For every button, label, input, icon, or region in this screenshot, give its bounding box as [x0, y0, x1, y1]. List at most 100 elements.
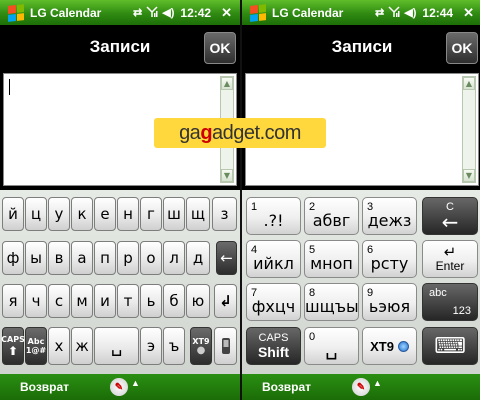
input-panel-icon[interactable]: ✎	[110, 378, 128, 396]
key-к[interactable]: к	[71, 197, 93, 231]
key-л[interactable]: л	[163, 241, 185, 275]
t9-key-letters: мноп	[310, 254, 353, 273]
t9-key-7[interactable]: 7 фхцч	[246, 283, 301, 321]
backspace-key[interactable]: C ←	[422, 197, 478, 235]
scroll-down-icon[interactable]: ▼	[463, 169, 475, 182]
key-э[interactable]: э	[140, 327, 162, 365]
status-icons: ⇄ ◀︎) 12:44	[375, 6, 453, 20]
scroll-up-icon[interactable]: ▲	[463, 77, 475, 90]
t9-key-4[interactable]: 4 ийкл	[246, 240, 301, 278]
enter-label: Enter	[435, 259, 465, 273]
key-х[interactable]: х	[48, 327, 70, 365]
volume-icon[interactable]: ◀︎)	[162, 6, 174, 19]
key-щ[interactable]: щ	[186, 197, 210, 231]
input-panel-icon[interactable]: ✎	[352, 378, 370, 396]
caps-shift-key[interactable]: CAPS Shift	[246, 327, 301, 365]
clock[interactable]: 12:44	[422, 6, 453, 20]
t9-key-6[interactable]: 6 рсту	[362, 240, 417, 278]
t9-key-8[interactable]: 8 шщъы	[304, 283, 359, 321]
key-б[interactable]: б	[163, 284, 185, 318]
key-я[interactable]: я	[2, 284, 24, 318]
key-с[interactable]: с	[48, 284, 70, 318]
connectivity-icon[interactable]: ⇄	[133, 6, 142, 19]
t9-key-letters: ьэюя	[368, 297, 411, 316]
watermark-prefix: ga	[179, 121, 201, 144]
key-ж[interactable]: ж	[71, 327, 93, 365]
key-ы[interactable]: ы	[25, 241, 47, 275]
connectivity-icon[interactable]: ⇄	[375, 6, 384, 19]
key-и[interactable]: и	[94, 284, 116, 318]
key-ь[interactable]: ь	[140, 284, 162, 318]
key-н[interactable]: н	[117, 197, 139, 231]
input-menu-arrow-icon[interactable]: ▲	[131, 378, 140, 388]
close-button[interactable]: ✕	[463, 5, 474, 21]
ok-button[interactable]: OK	[446, 32, 478, 64]
signal-icon[interactable]	[388, 5, 400, 20]
key-р[interactable]: р	[117, 241, 139, 275]
scroll-up-icon[interactable]: ▲	[221, 77, 233, 90]
t9-key-letters: .?!	[263, 211, 284, 230]
key-й[interactable]: й	[2, 197, 24, 231]
space-key[interactable]: ␣	[94, 327, 139, 365]
key-д[interactable]: д	[186, 241, 210, 275]
t9-key-5[interactable]: 5 мноп	[304, 240, 359, 278]
volume-icon[interactable]: ◀︎)	[404, 6, 416, 19]
xt9-key[interactable]: XT9 ●	[190, 327, 212, 365]
status-icons: ⇄ ◀︎) 12:42	[133, 6, 211, 20]
key-т[interactable]: т	[117, 284, 139, 318]
key-в[interactable]: в	[48, 241, 70, 275]
space-icon: ␣	[325, 336, 338, 360]
app-title: LG Calendar	[30, 5, 102, 20]
backspace-arrow-icon: ←	[441, 210, 459, 234]
start-menu-icon[interactable]	[8, 3, 24, 22]
ok-button[interactable]: OK	[204, 32, 236, 64]
t9-key-3[interactable]: 3 дежз	[362, 197, 417, 235]
close-button[interactable]: ✕	[221, 5, 232, 21]
key-о[interactable]: о	[140, 241, 162, 275]
key-ю[interactable]: ю	[186, 284, 210, 318]
caps-label: CAPS	[1, 334, 25, 344]
vertical-scrollbar[interactable]: ▲ ▼	[462, 76, 476, 183]
key-з[interactable]: з	[212, 197, 237, 231]
mode-switch-key[interactable]: abc 123	[422, 283, 478, 321]
mode-abc-label: abc	[429, 287, 447, 299]
key-г[interactable]: г	[140, 197, 162, 231]
key-е[interactable]: е	[94, 197, 116, 231]
watermark-suffix: adget.com	[212, 121, 301, 144]
symbols-key[interactable]: Abc 1@#	[25, 327, 47, 365]
caps-key[interactable]: CAPS ⬆	[1, 327, 25, 365]
enter-key[interactable]: ↵ Enter	[422, 240, 478, 278]
back-softkey[interactable]: Возврат	[262, 380, 311, 394]
key-ч[interactable]: ч	[25, 284, 47, 318]
title-bar: Записи OK	[242, 25, 480, 71]
keyboard-switch-key[interactable]	[214, 327, 237, 365]
watermark-accent: g	[200, 121, 213, 144]
softkey-bar: Возврат ✎ ▲	[0, 374, 240, 400]
key-м[interactable]: м	[71, 284, 93, 318]
key-ъ[interactable]: ъ	[163, 327, 185, 365]
key-п[interactable]: п	[94, 241, 116, 275]
enter-key[interactable]: ↲	[214, 284, 237, 318]
t9-key-2[interactable]: 2 абвг	[304, 197, 359, 235]
key-ш[interactable]: ш	[163, 197, 185, 231]
back-softkey[interactable]: Возврат	[20, 380, 69, 394]
key-ц[interactable]: ц	[25, 197, 47, 231]
backspace-key[interactable]: ←	[216, 241, 237, 275]
key-ф[interactable]: ф	[2, 241, 24, 275]
keyboard-layout-key[interactable]: ⌨	[422, 327, 478, 365]
t9-key-0[interactable]: 0 ␣	[304, 327, 359, 365]
key-у[interactable]: у	[48, 197, 70, 231]
caps-label: CAPS	[258, 332, 289, 344]
app-title: LG Calendar	[272, 5, 344, 20]
t9-key-1[interactable]: 1 .?!	[246, 197, 301, 235]
watermark-logo: ga g adget.com	[154, 118, 326, 148]
signal-icon[interactable]	[146, 5, 158, 20]
start-menu-icon[interactable]	[250, 3, 266, 22]
t9-key-9[interactable]: 9 ьэюя	[362, 283, 417, 321]
key-а[interactable]: а	[71, 241, 93, 275]
text-caret	[9, 79, 10, 95]
scroll-down-icon[interactable]: ▼	[221, 169, 233, 182]
clock[interactable]: 12:42	[180, 6, 211, 20]
xt9-key[interactable]: XT9	[362, 327, 417, 365]
input-menu-arrow-icon[interactable]: ▲	[373, 378, 382, 388]
